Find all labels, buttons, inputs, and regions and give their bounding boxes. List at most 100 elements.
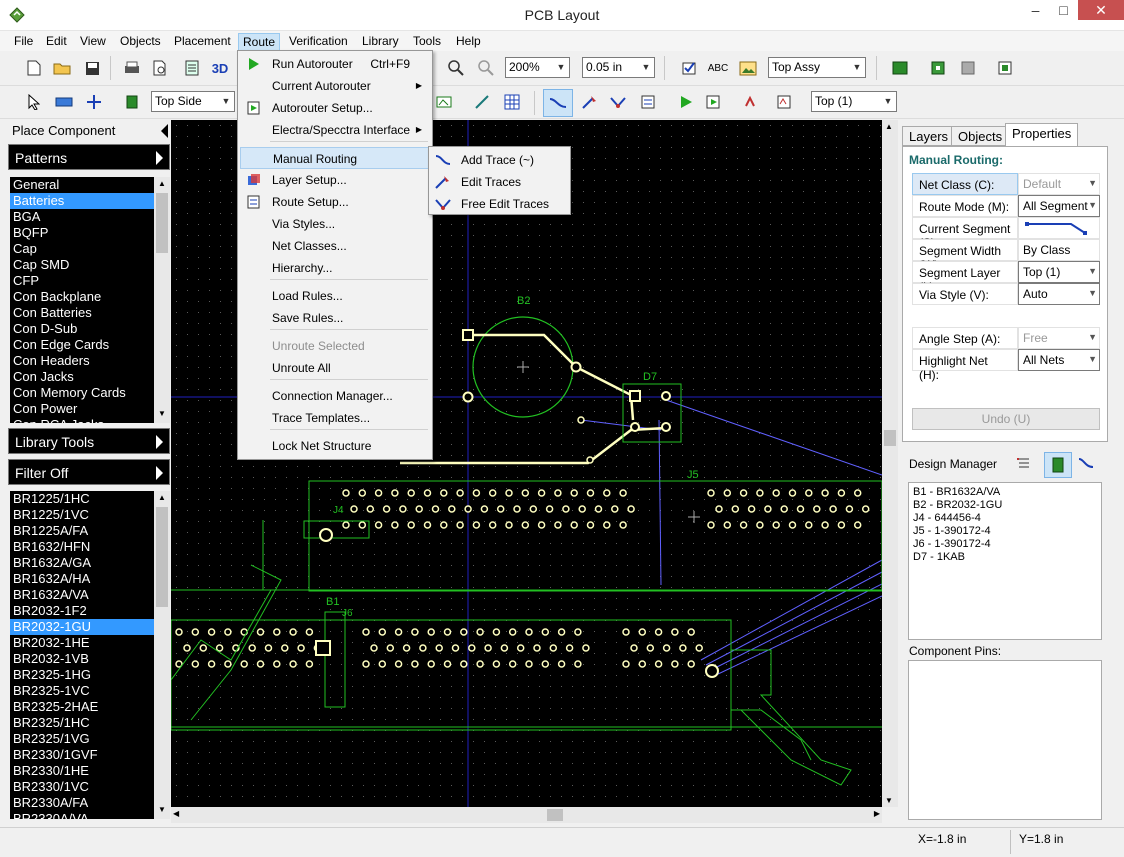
property-value[interactable]: Default ▼ <box>1018 173 1100 195</box>
menu-tools[interactable]: Tools <box>409 33 445 51</box>
nets-view-icon[interactable] <box>1078 456 1096 474</box>
report-icon[interactable] <box>180 57 204 79</box>
pattern-item[interactable]: General <box>10 177 170 193</box>
component-list-item[interactable]: D7 - 1KAB <box>913 551 1097 564</box>
free-edit-traces-tool-icon[interactable] <box>606 91 630 113</box>
property-value[interactable] <box>1018 217 1100 239</box>
route-menu-item[interactable]: Lock Net Structure <box>240 435 430 457</box>
tab-properties[interactable]: Properties <box>1005 123 1079 147</box>
part-list-scrollbar[interactable]: ▲ ▼ <box>154 491 170 819</box>
route-menu-item[interactable]: Trace Templates... <box>240 407 430 429</box>
filter-header[interactable]: Filter Off <box>8 459 170 485</box>
collapse-left-icon[interactable] <box>161 124 168 138</box>
part-item[interactable]: BR2032-1GU <box>10 619 170 635</box>
pattern-item[interactable]: Con Backplane <box>10 289 170 305</box>
edit-traces-tool-icon[interactable] <box>578 91 602 113</box>
netlist-icon[interactable] <box>888 57 912 79</box>
submenu-item[interactable]: Free Edit Traces <box>431 193 569 215</box>
submenu-item[interactable]: Edit Traces <box>431 171 569 193</box>
part-item[interactable]: BR2325-1VC <box>10 683 170 699</box>
route-menu-item[interactable]: Current Autorouter ▶ <box>240 75 430 97</box>
pattern-item[interactable]: Con D-Sub <box>10 321 170 337</box>
layer-combo[interactable]: Top (1) ▼ <box>811 91 897 112</box>
part-item[interactable]: BR2330A/VA <box>10 811 170 819</box>
diagonal-icon[interactable] <box>470 91 494 113</box>
route-menu-item[interactable]: Run Autorouter Ctrl+F9 <box>240 53 430 75</box>
route-menu-item[interactable]: Via Styles... <box>240 213 430 235</box>
pattern-item[interactable]: Con Batteries <box>10 305 170 321</box>
component-list[interactable]: B1 - BR1632A/VA B2 - BR2032-1GU J4 - 64445… <box>908 482 1102 640</box>
property-value[interactable]: Free ▼ <box>1018 327 1100 349</box>
save-icon[interactable] <box>80 57 104 79</box>
part-item[interactable]: BR1632A/GA <box>10 555 170 571</box>
part-item[interactable]: BR1632A/HA <box>10 571 170 587</box>
new-file-icon[interactable] <box>22 57 46 79</box>
maximize-button[interactable]: □ <box>1049 0 1078 20</box>
property-value[interactable]: By Class <box>1018 239 1100 261</box>
pattern-item[interactable]: Con Memory Cards <box>10 385 170 401</box>
library-tools-header[interactable]: Library Tools <box>8 428 170 454</box>
route-menu-item[interactable]: Layer Setup... <box>240 169 430 191</box>
menu-file[interactable]: File <box>10 33 37 51</box>
route-menu-item[interactable]: Autorouter Setup... <box>240 97 430 119</box>
undo-button[interactable]: Undo (U) <box>912 408 1100 430</box>
text-abc-icon[interactable]: ABC <box>706 57 730 79</box>
side-combo[interactable]: Top Side ▼ <box>151 91 235 112</box>
grid-combo[interactable]: 0.05 in ▼ <box>582 57 655 78</box>
route-menu-item[interactable]: Net Classes... <box>240 235 430 257</box>
place-component-header[interactable]: Place Component <box>8 120 170 140</box>
picture-icon[interactable] <box>736 57 760 79</box>
part-item[interactable]: BR2325/1HC <box>10 715 170 731</box>
tab-objects[interactable]: Objects <box>951 126 1010 146</box>
menu-verification[interactable]: Verification <box>285 33 352 51</box>
route-menu-item[interactable]: Load Rules... <box>240 285 430 307</box>
zoom-out-icon[interactable] <box>474 57 498 79</box>
drc-report-icon[interactable] <box>772 91 796 113</box>
menu-help[interactable]: Help <box>452 33 485 51</box>
component-list-item[interactable]: B2 - BR2032-1GU <box>913 499 1097 512</box>
export-icon[interactable] <box>994 57 1018 79</box>
component-list-item[interactable]: J6 - 1-390172-4 <box>913 538 1097 551</box>
part-item[interactable]: BR2032-1HE <box>10 635 170 651</box>
part-list[interactable]: BR1225/1HC BR1225/1VC BR1225A/FA BR1632/HFN… <box>10 491 170 819</box>
property-value[interactable]: Top (1) ▼ <box>1018 261 1100 283</box>
grid-table-icon[interactable] <box>500 91 524 113</box>
part-item[interactable]: BR2325-2HAE <box>10 699 170 715</box>
menu-placement[interactable]: Placement <box>170 33 235 51</box>
tab-layers[interactable]: Layers <box>902 126 956 146</box>
trace-props-icon[interactable] <box>636 91 660 113</box>
menu-view[interactable]: View <box>76 33 110 51</box>
route-menu-item[interactable]: Unroute All <box>240 357 430 379</box>
pattern-item[interactable]: Con Power <box>10 401 170 417</box>
route-menu-item[interactable]: Save Rules... <box>240 307 430 329</box>
pattern-list[interactable]: General Batteries BGA BQFP Cap Cap SMD CFP Con … <box>10 177 170 423</box>
component-list-item[interactable]: J4 - 644456-4 <box>913 512 1097 525</box>
patterns-header[interactable]: Patterns <box>8 144 170 170</box>
menu-objects[interactable]: Objects <box>116 33 165 51</box>
pattern-item[interactable]: Batteries <box>10 193 170 209</box>
select-arrow-icon[interactable] <box>22 91 46 113</box>
pattern-item[interactable]: Cap <box>10 241 170 257</box>
part-item[interactable]: BR2330/1GVF <box>10 747 170 763</box>
part-item[interactable]: BR2325/1VG <box>10 731 170 747</box>
close-button[interactable]: ✕ <box>1078 0 1124 20</box>
chip-icon[interactable] <box>120 91 144 113</box>
components-view-icon[interactable] <box>1044 452 1072 478</box>
route-menu-item[interactable]: Manual Routing <box>240 147 430 169</box>
drc-icon[interactable] <box>740 91 764 113</box>
canvas-vscrollbar[interactable]: ▲ ▼ <box>882 120 898 807</box>
menu-edit[interactable]: Edit <box>42 33 71 51</box>
menu-route[interactable]: Route <box>238 33 281 51</box>
zoom-combo[interactable]: 200% ▼ <box>505 57 570 78</box>
run-autorouter-icon[interactable] <box>674 91 698 113</box>
part-item[interactable]: BR1632A/VA <box>10 587 170 603</box>
gray-component-icon[interactable] <box>956 57 980 79</box>
part-item[interactable]: BR2330/1VC <box>10 779 170 795</box>
canvas-hscrollbar[interactable]: ◀ ▶ <box>171 807 882 823</box>
pattern-item[interactable]: BQFP <box>10 225 170 241</box>
part-item[interactable]: BR2330A/FA <box>10 795 170 811</box>
property-value[interactable]: Auto ▼ <box>1018 283 1100 305</box>
menu-library[interactable]: Library <box>358 33 403 51</box>
pattern-list-scrollbar[interactable]: ▲ ▼ <box>154 177 170 423</box>
check-icon[interactable] <box>678 57 702 79</box>
